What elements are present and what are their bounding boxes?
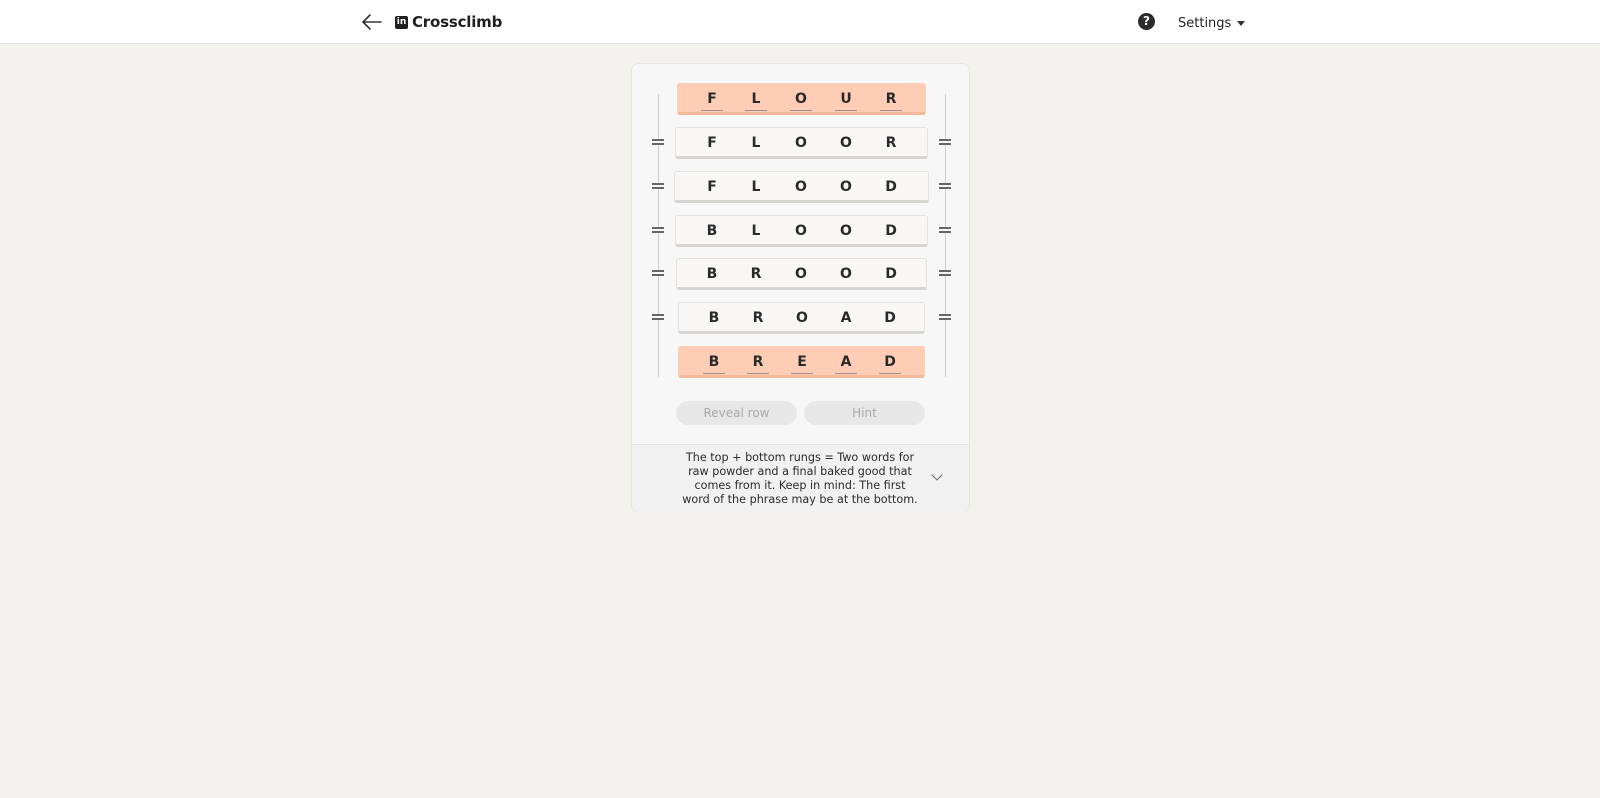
letter-tile: B — [706, 223, 718, 239]
letter: R — [885, 91, 897, 107]
letter: E — [797, 354, 807, 370]
letter-tile: D — [884, 310, 896, 326]
letter-tile: O — [840, 223, 852, 239]
letter-tile: F — [707, 135, 717, 151]
back-button[interactable] — [360, 11, 384, 33]
letter-underline — [747, 373, 769, 374]
letter-tile: L — [751, 179, 761, 195]
letter-underline — [835, 373, 857, 374]
drag-handle-icon[interactable] — [652, 227, 664, 233]
rung-5[interactable]: B R O O D — [676, 258, 927, 290]
chevron-down-icon[interactable] — [931, 469, 943, 481]
letter-tile: R — [752, 310, 764, 326]
linkedin-logo-icon: in — [395, 15, 408, 29]
letter: U — [840, 91, 852, 107]
drag-handle-icon[interactable] — [652, 270, 664, 276]
letter-tile[interactable]: E — [791, 352, 813, 374]
right-rail — [945, 94, 946, 377]
clue-panel: The top + bottom rungs = Two words for r… — [632, 444, 969, 513]
letter-tile: O — [840, 135, 852, 151]
letter-tile: B — [708, 310, 720, 326]
letter-underline — [791, 373, 813, 374]
letter-tile[interactable]: A — [835, 352, 857, 374]
drag-handle-icon[interactable] — [939, 139, 951, 145]
caret-down-icon — [1237, 20, 1246, 26]
letter-tile: L — [751, 135, 761, 151]
letter-underline — [879, 373, 901, 374]
rung-3[interactable]: F L O O D — [674, 171, 929, 203]
reveal-row-button[interactable]: Reveal row — [676, 401, 797, 425]
arrow-left-icon — [362, 14, 382, 30]
game-board: F L O U R F L O O R F L O O D B L O O D … — [631, 63, 970, 513]
clue-text: The top + bottom rungs = Two words for r… — [682, 451, 918, 506]
drag-handle-icon[interactable] — [939, 270, 951, 276]
drag-handle-icon[interactable] — [939, 227, 951, 233]
letter-underline — [701, 110, 723, 111]
drag-handle-icon[interactable] — [939, 314, 951, 320]
drag-handle-icon[interactable] — [652, 183, 664, 189]
left-rail — [658, 94, 659, 377]
letter-underline — [745, 110, 767, 111]
letter-tile[interactable]: L — [745, 89, 767, 111]
letter-tile: A — [840, 310, 852, 326]
letter: D — [884, 354, 896, 370]
letter-underline — [880, 110, 902, 111]
letter-underline — [835, 110, 857, 111]
settings-dropdown[interactable]: Settings — [1178, 14, 1246, 32]
rung-7[interactable]: B R E A D — [678, 346, 925, 378]
letter: O — [795, 91, 807, 107]
letter-tile: L — [751, 223, 761, 239]
letter-tile: O — [840, 266, 852, 282]
letter-tile[interactable]: O — [790, 89, 812, 111]
letter-tile: O — [795, 223, 807, 239]
letter-tile[interactable]: R — [747, 352, 769, 374]
letter-tile[interactable]: R — [880, 89, 902, 111]
hint-button[interactable]: Hint — [804, 401, 925, 425]
letter-tile: O — [840, 179, 852, 195]
letter-tile: R — [885, 135, 897, 151]
rung-1[interactable]: F L O U R — [677, 83, 926, 115]
top-bar: in Crossclimb ? Settings — [0, 0, 1600, 44]
letter-underline — [790, 110, 812, 111]
letter-tile: D — [885, 266, 897, 282]
letter-tile[interactable]: U — [835, 89, 857, 111]
brand: in Crossclimb — [395, 11, 502, 33]
rung-2[interactable]: F L O O R — [675, 127, 928, 159]
letter-tile: O — [796, 310, 808, 326]
settings-label: Settings — [1178, 15, 1232, 31]
letter-tile: O — [795, 266, 807, 282]
letter-tile[interactable]: B — [703, 352, 725, 374]
rung-4[interactable]: B L O O D — [675, 215, 928, 247]
letter: F — [707, 91, 717, 107]
letter-tile: D — [885, 179, 897, 195]
letter-tile: O — [795, 135, 807, 151]
drag-handle-icon[interactable] — [939, 183, 951, 189]
letter: L — [751, 91, 761, 107]
letter-underline — [703, 373, 725, 374]
drag-handle-icon[interactable] — [652, 314, 664, 320]
drag-handle-icon[interactable] — [652, 139, 664, 145]
letter: B — [708, 354, 720, 370]
letter-tile[interactable]: D — [879, 352, 901, 374]
help-button[interactable]: ? — [1138, 13, 1155, 30]
letter-tile: F — [707, 179, 717, 195]
letter: A — [840, 354, 852, 370]
letter-tile: R — [750, 266, 762, 282]
letter-tile: D — [885, 223, 897, 239]
page-title: Crossclimb — [412, 13, 503, 31]
letter-tile: B — [706, 266, 718, 282]
letter: R — [752, 354, 764, 370]
letter-tile[interactable]: F — [701, 89, 723, 111]
rung-6[interactable]: B R O A D — [678, 302, 925, 334]
letter-tile: O — [795, 179, 807, 195]
